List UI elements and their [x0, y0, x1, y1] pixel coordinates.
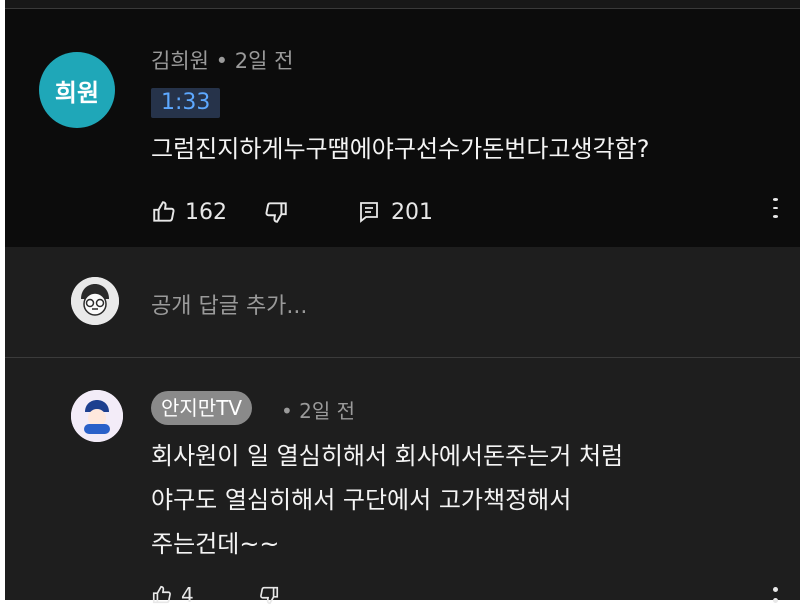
more-dot — [772, 215, 778, 219]
replies-button[interactable]: 201 — [357, 192, 433, 232]
like-icon — [153, 201, 175, 222]
reply-icon — [360, 202, 378, 223]
user-avatar — [71, 277, 119, 325]
author-avatar[interactable]: 희원 — [39, 52, 115, 128]
top-divider — [5, 0, 800, 9]
comment-meta-second: • 2일 전 — [281, 395, 355, 424]
comment-line: 회사원이 일 열심히해서 회사에서돈주는거 처럼 — [151, 442, 624, 470]
reply-input[interactable]: 공개 답글 추가... — [151, 288, 307, 320]
comment-time: 2일 전 — [234, 49, 294, 73]
more-dot — [772, 587, 778, 592]
meta-separator: • — [215, 49, 235, 73]
timestamp-link[interactable]: 1:33 — [151, 88, 221, 118]
more-icon[interactable] — [772, 584, 778, 610]
dislike-button[interactable] — [263, 192, 289, 232]
author-name[interactable]: 김희원 — [151, 49, 209, 73]
comment-line: 주는건데~~ — [151, 530, 280, 558]
comment-line: 야구도 열심히해서 구단에서 고가책정해서 — [151, 486, 572, 514]
reply-count: 201 — [391, 199, 433, 225]
like-icon[interactable] — [151, 584, 173, 606]
more-dot — [772, 198, 778, 201]
channel-avatar[interactable] — [71, 390, 123, 442]
like-count-second: 4 — [181, 583, 194, 607]
dislike-icon[interactable] — [258, 584, 280, 606]
more-dot — [772, 598, 778, 603]
like-count: 162 — [185, 199, 227, 225]
comment-actions-second: 4 — [151, 583, 280, 607]
more-icon[interactable] — [772, 195, 778, 221]
comment-time-second: 2일 전 — [299, 399, 356, 423]
comments-panel: 희원 김희원 • 2일 전 1:33 그럼진지하게누구땜에야구선수가돈번다고생각… — [5, 0, 800, 607]
comment-meta: 김희원 • 2일 전 — [151, 45, 293, 75]
channel-avatar-illustration — [71, 390, 123, 442]
comment-text: 그럼진지하게누구땜에야구선수가돈번다고생각함? — [151, 135, 650, 163]
dislike-icon — [265, 202, 287, 223]
user-avatar-illustration — [71, 277, 119, 325]
reply-input-bar — [5, 247, 800, 358]
channel-name-chip[interactable]: 안지만TV — [151, 391, 253, 425]
more-dot — [772, 206, 778, 210]
comment-text-second: 회사원이 일 열심히해서 회사에서돈주는거 처럼 야구도 열심히해서 구단에서 … — [151, 434, 623, 566]
meta-separator: • — [281, 399, 300, 423]
comment-main: 희원 김희원 • 2일 전 1:33 그럼진지하게누구땜에야구선수가돈번다고생각… — [5, 9, 800, 247]
like-button[interactable]: 162 — [151, 192, 227, 232]
